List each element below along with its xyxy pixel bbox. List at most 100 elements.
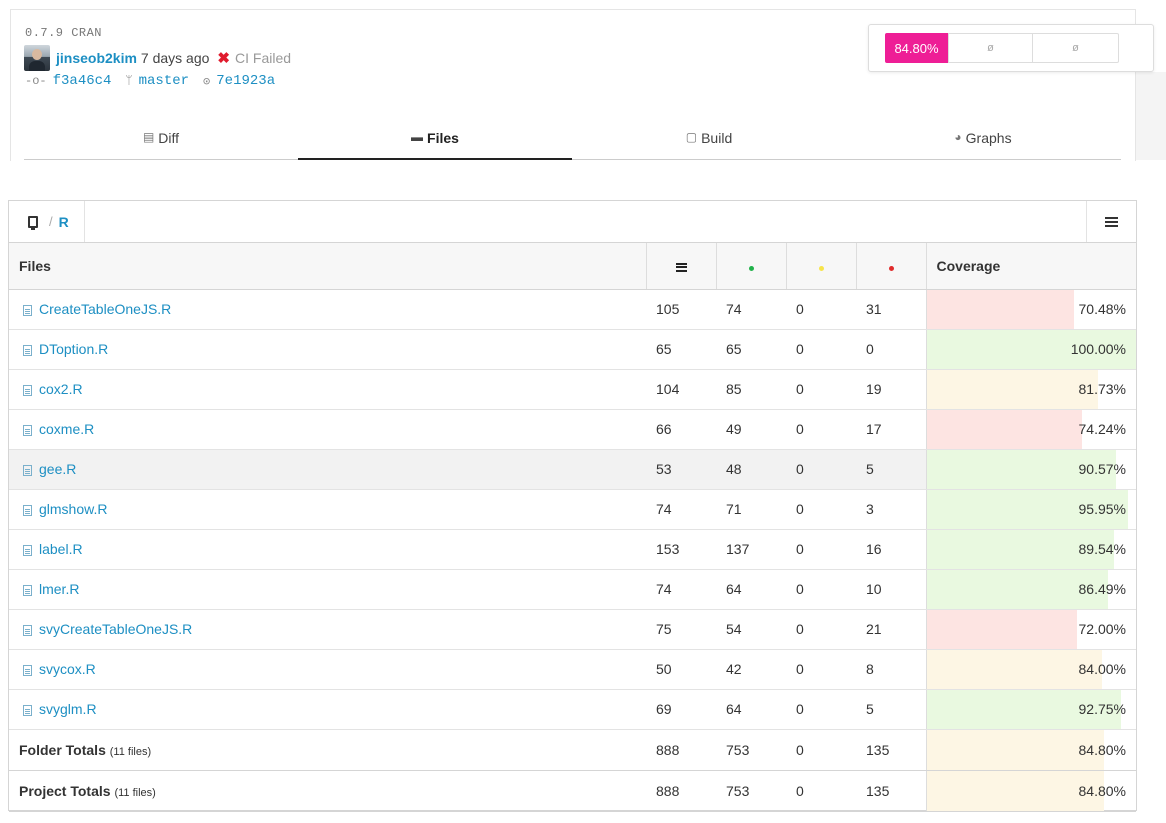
- table-row[interactable]: gee.R 53 48 0 5 90.57%: [9, 449, 1136, 490]
- coverage-cell: 90.57%: [925, 449, 1136, 490]
- parent-commit-icon: ⊙: [203, 74, 211, 89]
- commit-row: -o- f3a46c4 ᛘ master ⊙ 7e1923a: [25, 72, 275, 90]
- files-column-header[interactable]: Files: [9, 243, 646, 290]
- coverage-percent: 84.80%: [1078, 741, 1126, 758]
- tab-graphs[interactable]: ◕ Graphs: [846, 118, 1120, 160]
- file-cell: gee.R: [9, 449, 646, 490]
- hit-dot-icon: [748, 265, 754, 271]
- coverage-percent: 70.48%: [1078, 301, 1126, 317]
- file-link[interactable]: svyglm.R: [39, 701, 97, 717]
- file-icon: [23, 585, 32, 596]
- partials-cell: 0: [786, 689, 856, 730]
- coverage-percent: 92.75%: [1078, 701, 1126, 717]
- table-row[interactable]: glmshow.R 74 71 0 3 95.95%: [9, 489, 1136, 530]
- totals-label-cell: Folder Totals (11 files): [9, 729, 646, 771]
- folder-totals-row: Folder Totals (11 files) 888 753 0 135 84.80%: [9, 729, 1136, 771]
- coverage-cell: 84.80%: [925, 770, 1136, 812]
- table-row[interactable]: CreateTableOneJS.R 105 74 0 31 70.48%: [9, 289, 1136, 330]
- breadcrumb-dir-link[interactable]: R: [59, 214, 69, 230]
- misses-cell: 5: [856, 689, 926, 730]
- lines-cell: 105: [646, 289, 716, 330]
- parent-sha-link[interactable]: 7e1923a: [216, 73, 275, 89]
- file-link[interactable]: DToption.R: [39, 341, 108, 357]
- file-icon: [23, 425, 32, 436]
- file-cell: glmshow.R: [9, 489, 646, 530]
- hits-cell: 49: [716, 409, 786, 450]
- file-icon: [23, 385, 32, 396]
- tab-diff[interactable]: ▤ Diff: [24, 118, 298, 160]
- table-row[interactable]: cox2.R 104 85 0 19 81.73%: [9, 369, 1136, 410]
- table-row[interactable]: svyglm.R 69 64 0 5 92.75%: [9, 689, 1136, 730]
- breadcrumb: / R: [9, 201, 85, 242]
- coverage-cell: 81.73%: [925, 369, 1136, 410]
- tab-files[interactable]: ▬ Files: [298, 118, 572, 160]
- folder-icon: ▬: [411, 130, 424, 144]
- coverage-badge[interactable]: 84.80%: [885, 33, 948, 63]
- ci-failed-icon: ✖: [217, 50, 230, 67]
- list-icon: [1105, 216, 1118, 227]
- commit-sha-link[interactable]: f3a46c4: [53, 73, 112, 89]
- coverage-change-empty: ø: [948, 33, 1033, 63]
- lines-cell: 888: [646, 770, 716, 812]
- file-link[interactable]: coxme.R: [39, 421, 94, 437]
- breadcrumb-separator: /: [49, 214, 53, 229]
- coverage-bar: [926, 609, 1078, 649]
- coverage-column-header[interactable]: Coverage: [925, 243, 1136, 290]
- table-row[interactable]: lmer.R 74 64 0 10 86.49%: [9, 569, 1136, 610]
- lines-cell: 153: [646, 529, 716, 570]
- branch-icon: ᛘ: [125, 74, 133, 88]
- lines-cell: 66: [646, 409, 716, 450]
- lines-cell: 65: [646, 329, 716, 370]
- lines-column-header[interactable]: [645, 243, 716, 290]
- file-link[interactable]: glmshow.R: [39, 501, 107, 517]
- file-cell: svyCreateTableOneJS.R: [9, 609, 646, 650]
- file-cell: label.R: [9, 529, 646, 570]
- coverage-percent: 90.57%: [1078, 461, 1126, 477]
- file-cell: coxme.R: [9, 409, 646, 450]
- misses-cell: 5: [856, 449, 926, 490]
- ci-status[interactable]: CI Failed: [235, 50, 291, 66]
- file-link[interactable]: gee.R: [39, 461, 76, 477]
- hits-cell: 71: [716, 489, 786, 530]
- misses-cell: 3: [856, 489, 926, 530]
- file-icon: [23, 305, 32, 316]
- tab-graphs-label: Graphs: [965, 130, 1012, 146]
- files-panel: / R Files Coverage CreateTableOneJS.R 105…: [8, 200, 1137, 812]
- hits-cell: 64: [716, 569, 786, 610]
- file-cell: CreateTableOneJS.R: [9, 289, 646, 330]
- file-link[interactable]: CreateTableOneJS.R: [39, 301, 171, 317]
- coverage-percent: 81.73%: [1078, 381, 1126, 397]
- file-icon: [23, 465, 32, 476]
- author-link[interactable]: jinseob2kim: [56, 50, 137, 66]
- partial-dot-icon: [818, 265, 824, 271]
- partials-column-header[interactable]: [785, 243, 856, 290]
- misses-column-header[interactable]: [855, 243, 926, 290]
- misses-cell: 10: [856, 569, 926, 610]
- coverage-badge-box: 84.80% ø ø: [868, 24, 1154, 72]
- miss-dot-icon: [888, 265, 894, 271]
- files-table: Files Coverage CreateTableOneJS.R 105 74 0 3…: [9, 243, 1136, 812]
- file-link[interactable]: label.R: [39, 541, 83, 557]
- tab-files-label: Files: [427, 130, 459, 146]
- table-row[interactable]: label.R 153 137 0 16 89.54%: [9, 529, 1136, 570]
- branch-link[interactable]: master: [139, 73, 189, 89]
- table-row[interactable]: svyCreateTableOneJS.R 75 54 0 21 72.00%: [9, 609, 1136, 650]
- file-icon: [23, 665, 32, 676]
- tab-bar: ▤ Diff ▬ Files ▢ Build ◕ Graphs: [24, 118, 1121, 160]
- table-row[interactable]: coxme.R 66 49 0 17 74.24%: [9, 409, 1136, 450]
- list-view-button[interactable]: [1086, 201, 1136, 242]
- file-link[interactable]: svyCreateTableOneJS.R: [39, 621, 192, 637]
- repo-book-icon[interactable]: [28, 215, 38, 230]
- file-link[interactable]: svycox.R: [39, 661, 96, 677]
- table-row[interactable]: DToption.R 65 65 0 0 100.00%: [9, 329, 1136, 370]
- avatar[interactable]: [24, 45, 50, 71]
- file-link[interactable]: lmer.R: [39, 581, 79, 597]
- hits-column-header[interactable]: [715, 243, 786, 290]
- tab-diff-label: Diff: [158, 130, 180, 146]
- misses-cell: 21: [856, 609, 926, 650]
- coverage-cell: 84.00%: [925, 649, 1136, 690]
- file-link[interactable]: cox2.R: [39, 381, 83, 397]
- table-row[interactable]: svycox.R 50 42 0 8 84.00%: [9, 649, 1136, 690]
- tab-build[interactable]: ▢ Build: [572, 118, 846, 160]
- coverage-cell: 70.48%: [925, 289, 1136, 330]
